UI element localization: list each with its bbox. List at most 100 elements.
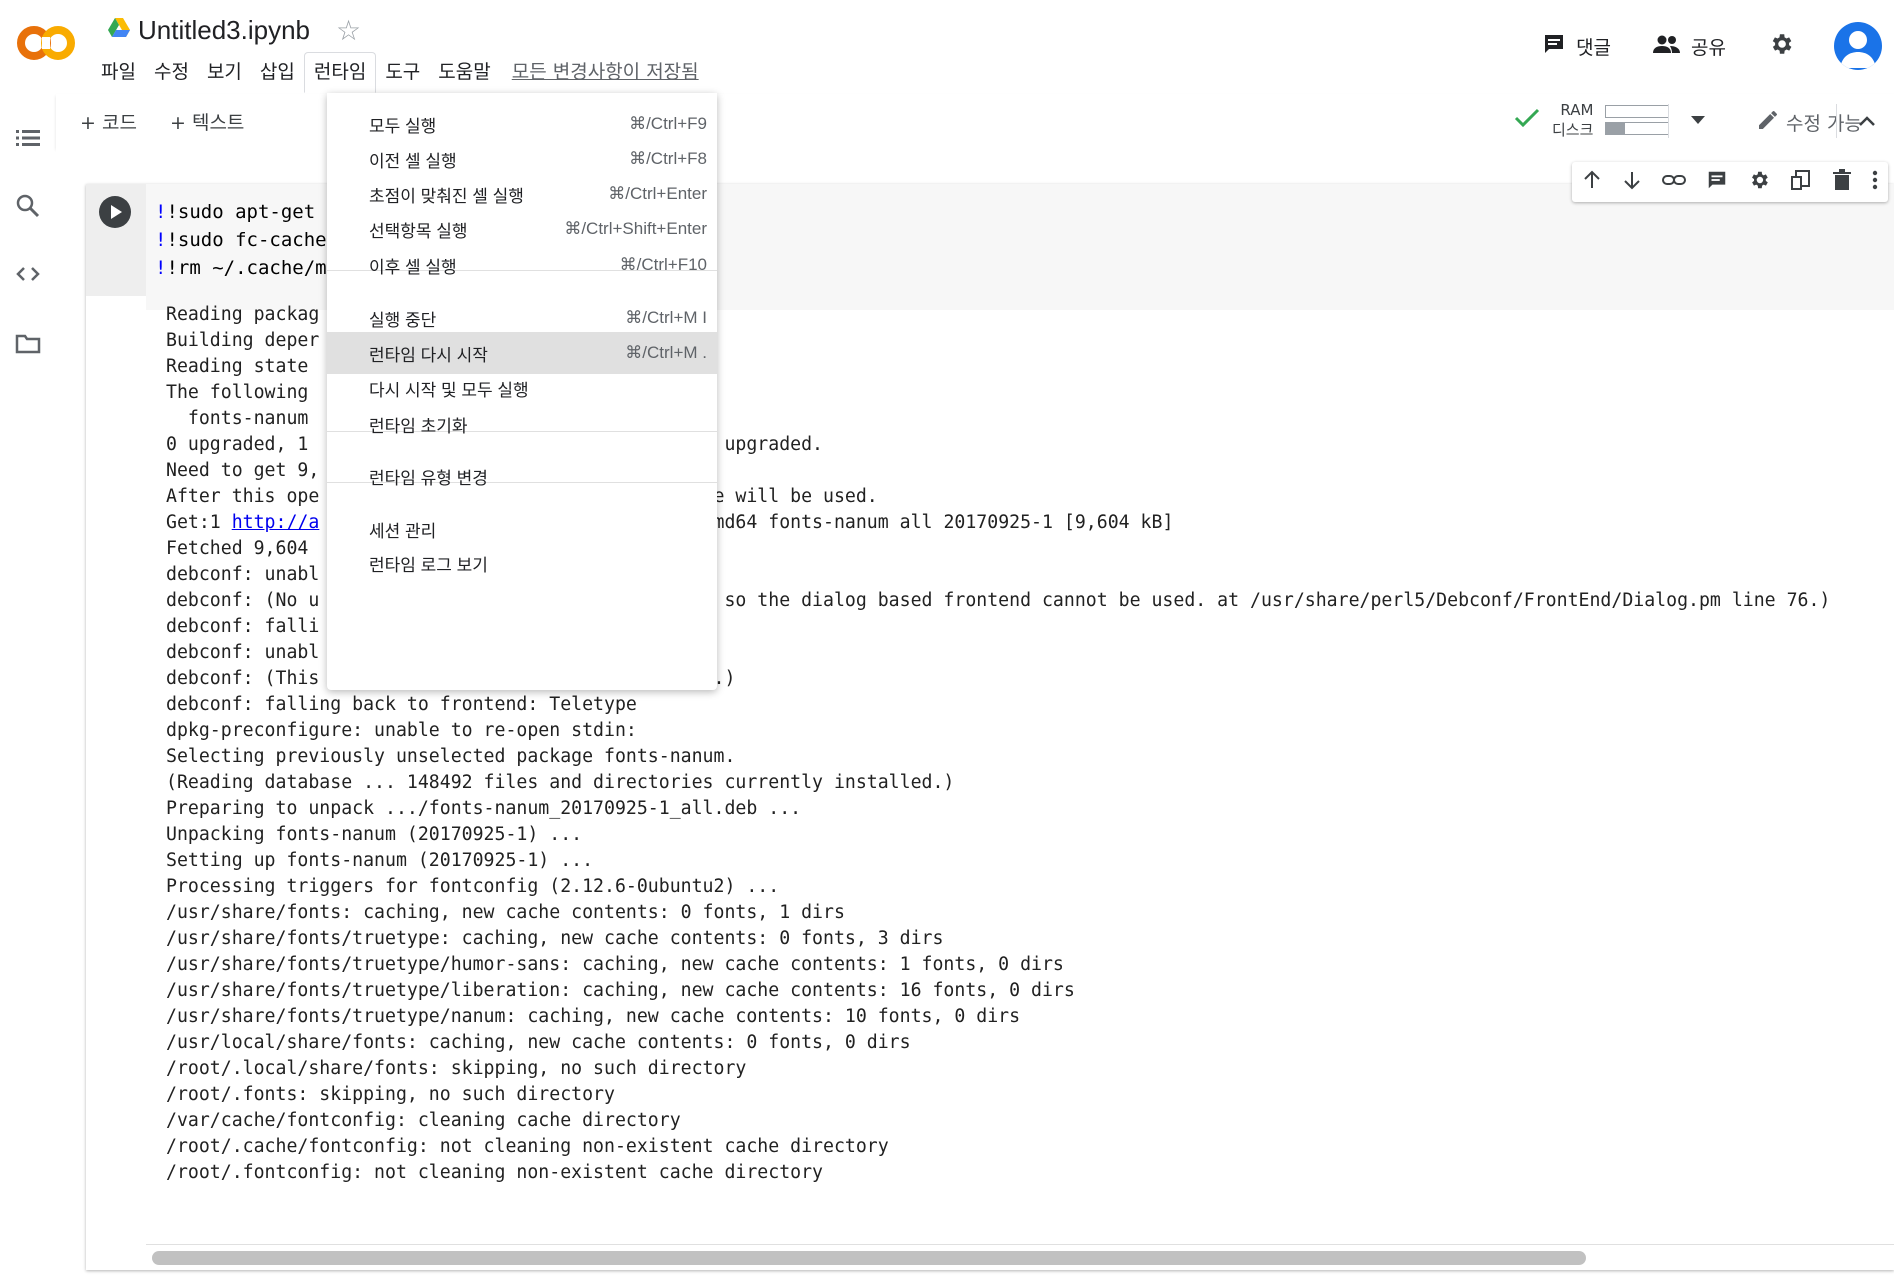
edit-mode-label: 수정 가능 <box>1786 113 1862 135</box>
avatar[interactable] <box>1834 22 1882 70</box>
search-icon[interactable] <box>14 192 42 220</box>
chevron-down-icon[interactable] <box>1691 111 1706 130</box>
output-line: Processing triggers for fontconfig (2.12… <box>166 876 780 897</box>
scrollbar-thumb[interactable] <box>152 1251 1586 1265</box>
output-line: /var/cache/fontconfig: cleaning cache di… <box>166 1110 681 1131</box>
runtime-menu-item[interactable]: 런타임 로그 보기 <box>327 542 717 584</box>
code-snippets-icon[interactable] <box>14 260 42 288</box>
comment-icon[interactable] <box>1706 169 1728 195</box>
menu-item-shortcut: ⌘/Ctrl+Shift+Enter <box>564 219 707 238</box>
runtime-menu-item[interactable]: 런타임 초기화 <box>327 403 717 445</box>
menu-item-label: 초점이 맞춰진 셀 실행 <box>369 186 524 206</box>
more-vert-icon[interactable] <box>1872 170 1878 194</box>
output-line: Unpacking fonts-nanum (20170925-1) ... <box>166 824 583 845</box>
share-label: 공유 <box>1691 36 1726 59</box>
output-line: dpkg-preconfigure: unable to re-open std… <box>166 720 637 741</box>
folder-icon[interactable] <box>14 330 42 358</box>
menu-item-label: 세션 관리 <box>369 521 437 541</box>
comment-label: 댓글 <box>1576 36 1612 59</box>
output-line: /usr/local/share/fonts: caching, new cac… <box>166 1032 911 1053</box>
people-icon <box>1653 34 1691 59</box>
menu-item-label: 이후 셀 실행 <box>369 257 457 277</box>
output-line: /usr/share/fonts/truetype/nanum: caching… <box>166 1006 1021 1027</box>
table-of-contents-icon[interactable] <box>14 124 42 152</box>
menu-item-shortcut: ⌘/Ctrl+F10 <box>619 255 707 274</box>
divider <box>1836 104 1837 138</box>
menu-item-label: 런타임 유형 변경 <box>369 468 488 488</box>
edit-mode-button[interactable]: 수정 가능 <box>1756 108 1862 137</box>
menu-bar: 파일 수정 보기 삽입 런타임 도구 도움말 모든 변경사항이 저장됨 <box>92 51 699 93</box>
star-icon[interactable]: ☆ <box>336 14 361 47</box>
menu-tools[interactable]: 도구 <box>376 53 429 88</box>
menu-item-label: 이전 셀 실행 <box>369 151 457 171</box>
menu-item-label: 다시 시작 및 모두 실행 <box>369 380 529 400</box>
output-line: /usr/share/fonts/truetype/liberation: ca… <box>166 980 1075 1001</box>
menu-item-shortcut: ⌘/Ctrl+M I <box>625 308 707 327</box>
menu-item-label: 실행 중단 <box>369 310 437 330</box>
output-line: /root/.fonts: skipping, no such director… <box>166 1084 615 1105</box>
menu-item-label: 런타임 로그 보기 <box>369 555 488 575</box>
output-line: (Reading database ... 148492 files and d… <box>166 772 955 793</box>
link-icon[interactable] <box>1662 170 1686 194</box>
menu-item-shortcut: ⌘/Ctrl+M . <box>625 343 707 362</box>
app-header: Untitled3.ipynb ☆ 파일 수정 보기 삽입 런타임 도구 도움말… <box>0 0 1894 95</box>
run-cell-button[interactable] <box>99 196 131 228</box>
comment-button[interactable]: 댓글 <box>1542 32 1611 61</box>
gear-icon[interactable] <box>1748 169 1770 195</box>
output-line: /root/.cache/fontconfig: not cleaning no… <box>166 1136 889 1157</box>
menu-item-label: 런타임 다시 시작 <box>369 345 488 365</box>
pencil-icon <box>1756 108 1780 137</box>
menu-item-label: 런타임 초기화 <box>369 416 468 436</box>
save-status[interactable]: 모든 변경사항이 저장됨 <box>512 57 699 84</box>
share-button[interactable]: 공유 <box>1653 33 1726 60</box>
colab-logo[interactable] <box>14 18 80 68</box>
menu-item-label: 모두 실행 <box>369 116 437 136</box>
menu-item-shortcut: ⌘/Ctrl+F8 <box>629 149 707 168</box>
resource-monitor[interactable]: RAM 디스크 <box>1514 100 1706 140</box>
menu-help[interactable]: 도움말 <box>429 53 499 88</box>
menu-runtime[interactable]: 런타임 <box>303 51 377 93</box>
ram-label: RAM <box>1560 101 1594 119</box>
chevron-up-icon[interactable] <box>1858 112 1876 131</box>
horizontal-scrollbar[interactable] <box>146 1244 1894 1267</box>
output-link[interactable]: http://a <box>232 512 320 533</box>
add-code-button[interactable]: + 코드 <box>80 108 137 135</box>
menu-insert[interactable]: 삽입 <box>251 53 304 88</box>
notebook-title[interactable]: Untitled3.ipynb <box>138 15 310 46</box>
ram-usage-bar <box>1605 105 1670 118</box>
header-actions: 댓글 공유 <box>1542 16 1894 76</box>
move-up-icon[interactable] <box>1582 170 1602 194</box>
trash-icon[interactable] <box>1832 169 1852 195</box>
output-line: /usr/share/fonts/truetype/humor-sans: ca… <box>166 954 1064 975</box>
menu-item-shortcut: ⌘/Ctrl+Enter <box>608 184 707 203</box>
settings-button[interactable] <box>1768 31 1804 62</box>
side-nav <box>0 94 57 1278</box>
menu-item-label: 선택항목 실행 <box>369 221 468 241</box>
output-line: debconf: falling back to frontend: Telet… <box>166 694 637 715</box>
gear-icon <box>1768 31 1804 62</box>
menu-edit[interactable]: 수정 <box>145 53 198 88</box>
menu-item-shortcut: ⌘/Ctrl+F9 <box>629 114 707 133</box>
output-line: /usr/share/fonts: caching, new cache con… <box>166 902 845 923</box>
output-line: /usr/share/fonts/truetype: caching, new … <box>166 928 944 949</box>
connected-check-icon <box>1514 107 1540 133</box>
divider <box>1668 104 1669 138</box>
cell-toolbar <box>1572 162 1888 202</box>
runtime-menu-item[interactable]: 런타임 유형 변경 <box>327 455 717 497</box>
menu-view[interactable]: 보기 <box>198 53 251 88</box>
runtime-menu-item[interactable]: 이후 셀 실행 ⌘/Ctrl+F10 <box>327 244 717 286</box>
move-down-icon[interactable] <box>1622 170 1642 194</box>
add-text-button[interactable]: + 텍스트 <box>170 108 244 135</box>
comment-icon <box>1542 32 1576 61</box>
output-line: Preparing to unpack .../fonts-nanum_2017… <box>166 798 802 819</box>
menu-file[interactable]: 파일 <box>92 53 145 88</box>
disk-usage-bar <box>1605 122 1670 135</box>
output-line: Setting up fonts-nanum (20170925-1) ... <box>166 850 594 871</box>
output-line: /root/.local/share/fonts: skipping, no s… <box>166 1058 747 1079</box>
runtime-menu: 모두 실행 ⌘/Ctrl+F9 이전 셀 실행 ⌘/Ctrl+F8 초점이 맞춰진 셀 … <box>327 93 717 690</box>
drive-icon <box>108 18 130 42</box>
output-line: /root/.fontconfig: not cleaning non-exis… <box>166 1162 823 1182</box>
title-row: Untitled3.ipynb ☆ <box>108 12 361 48</box>
mirror-cell-icon[interactable] <box>1790 169 1812 195</box>
disk-label: 디스크 <box>1552 121 1594 139</box>
